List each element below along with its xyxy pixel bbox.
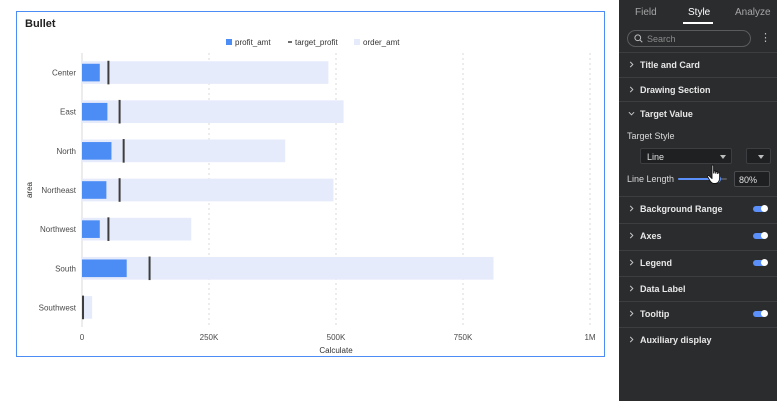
caret-down-icon bbox=[720, 155, 726, 159]
search-placeholder: Search bbox=[647, 34, 676, 44]
section-label: Legend bbox=[640, 258, 673, 268]
section-axes[interactable]: Axes bbox=[619, 223, 777, 248]
active-tab-indicator bbox=[683, 22, 713, 24]
more-vertical-icon[interactable]: ⋮ bbox=[760, 31, 771, 45]
section-tooltip[interactable]: Tooltip bbox=[619, 301, 777, 326]
style-panel: Field Style Analyze Search ⋮ Title and C… bbox=[619, 0, 777, 401]
legend-label: order_amt bbox=[363, 38, 400, 47]
chevron-right-icon bbox=[629, 61, 634, 68]
background-bar bbox=[82, 61, 329, 84]
x-tick-label: 500K bbox=[327, 333, 346, 342]
y-axis-title: area bbox=[25, 181, 34, 198]
legend-marker bbox=[354, 39, 360, 45]
profit-bar bbox=[82, 142, 112, 160]
chevron-right-icon bbox=[629, 205, 634, 212]
section-label: Title and Card bbox=[640, 60, 700, 70]
chevron-down-icon bbox=[628, 111, 635, 116]
chevron-right-icon bbox=[629, 336, 634, 343]
search-input[interactable]: Search bbox=[627, 30, 751, 47]
section-label: Tooltip bbox=[640, 309, 670, 319]
tab-style[interactable]: Style bbox=[688, 7, 710, 18]
profit-bar bbox=[82, 220, 100, 238]
x-tick-label: 1M bbox=[584, 333, 595, 342]
category-label: Center bbox=[52, 69, 76, 78]
canvas-area: Bullet Center East North Northeast Northwest… bbox=[0, 0, 619, 401]
chart-card[interactable]: Bullet Center East North Northeast Northwest… bbox=[16, 11, 605, 357]
tab-field[interactable]: Field bbox=[635, 7, 657, 18]
section-label: Data Label bbox=[640, 284, 686, 294]
x-tick-label: 750K bbox=[454, 333, 473, 342]
chevron-right-icon bbox=[629, 310, 634, 317]
chevron-right-icon bbox=[629, 86, 634, 93]
toggle-switch[interactable] bbox=[753, 205, 768, 212]
x-axis-title: Calculate bbox=[319, 346, 353, 355]
category-label: South bbox=[55, 264, 76, 273]
legend-label: profit_amt bbox=[235, 38, 271, 47]
chevron-right-icon bbox=[629, 259, 634, 266]
section-title-and-card[interactable]: Title and Card bbox=[619, 52, 777, 77]
profit-bar bbox=[82, 63, 100, 82]
toggle-switch[interactable] bbox=[753, 310, 768, 317]
category-label: Northeast bbox=[41, 186, 76, 195]
profit-bar bbox=[82, 259, 127, 278]
hand-pointer-icon bbox=[707, 164, 721, 184]
section-auxiliary-display[interactable]: Auxiliary display bbox=[619, 327, 777, 352]
target-style-select[interactable]: Line bbox=[640, 148, 732, 164]
bullet-chart: Center East North Northeast Northwest South So… bbox=[25, 38, 596, 355]
caret-down-icon bbox=[758, 155, 764, 159]
legend-marker bbox=[226, 39, 232, 45]
legend-label: target_profit bbox=[295, 38, 338, 47]
section-legend[interactable]: Legend bbox=[619, 250, 777, 275]
section-label: Axes bbox=[640, 231, 662, 241]
section-target-value[interactable]: Target Value bbox=[619, 101, 777, 126]
profit-bar bbox=[82, 102, 108, 121]
section-label: Target Value bbox=[640, 109, 693, 119]
x-tick-label: 250K bbox=[200, 333, 219, 342]
chevron-right-icon bbox=[629, 285, 634, 292]
section-label: Drawing Section bbox=[640, 85, 711, 95]
background-bar bbox=[82, 139, 286, 163]
panel-tabs: Field Style Analyze bbox=[619, 0, 777, 25]
line-length-label: Line Length bbox=[627, 174, 675, 184]
target-style-label: Target Style bbox=[627, 131, 675, 141]
category-label: North bbox=[56, 147, 76, 156]
chevron-right-icon bbox=[629, 232, 634, 239]
target-style-value: Line bbox=[647, 152, 665, 162]
section-data-label[interactable]: Data Label bbox=[619, 276, 777, 301]
toggle-switch[interactable] bbox=[753, 259, 768, 266]
section-label: Auxiliary display bbox=[640, 335, 712, 345]
category-label: Northwest bbox=[40, 225, 77, 234]
search-icon bbox=[634, 34, 643, 43]
section-drawing-section[interactable]: Drawing Section bbox=[619, 77, 777, 102]
toggle-switch[interactable] bbox=[753, 232, 768, 239]
category-label: Southwest bbox=[39, 303, 77, 312]
tab-analyze[interactable]: Analyze bbox=[735, 7, 771, 18]
section-background-range[interactable]: Background Range bbox=[619, 196, 777, 221]
section-label: Background Range bbox=[640, 204, 723, 214]
profit-bar bbox=[82, 181, 107, 199]
line-length-value: 80% bbox=[739, 175, 758, 185]
background-bar bbox=[82, 100, 344, 124]
background-bar bbox=[82, 256, 494, 280]
target-color-select[interactable] bbox=[746, 148, 771, 164]
x-tick-label: 0 bbox=[80, 333, 85, 342]
category-label: East bbox=[60, 108, 77, 117]
line-length-input[interactable]: 80% bbox=[734, 171, 770, 187]
